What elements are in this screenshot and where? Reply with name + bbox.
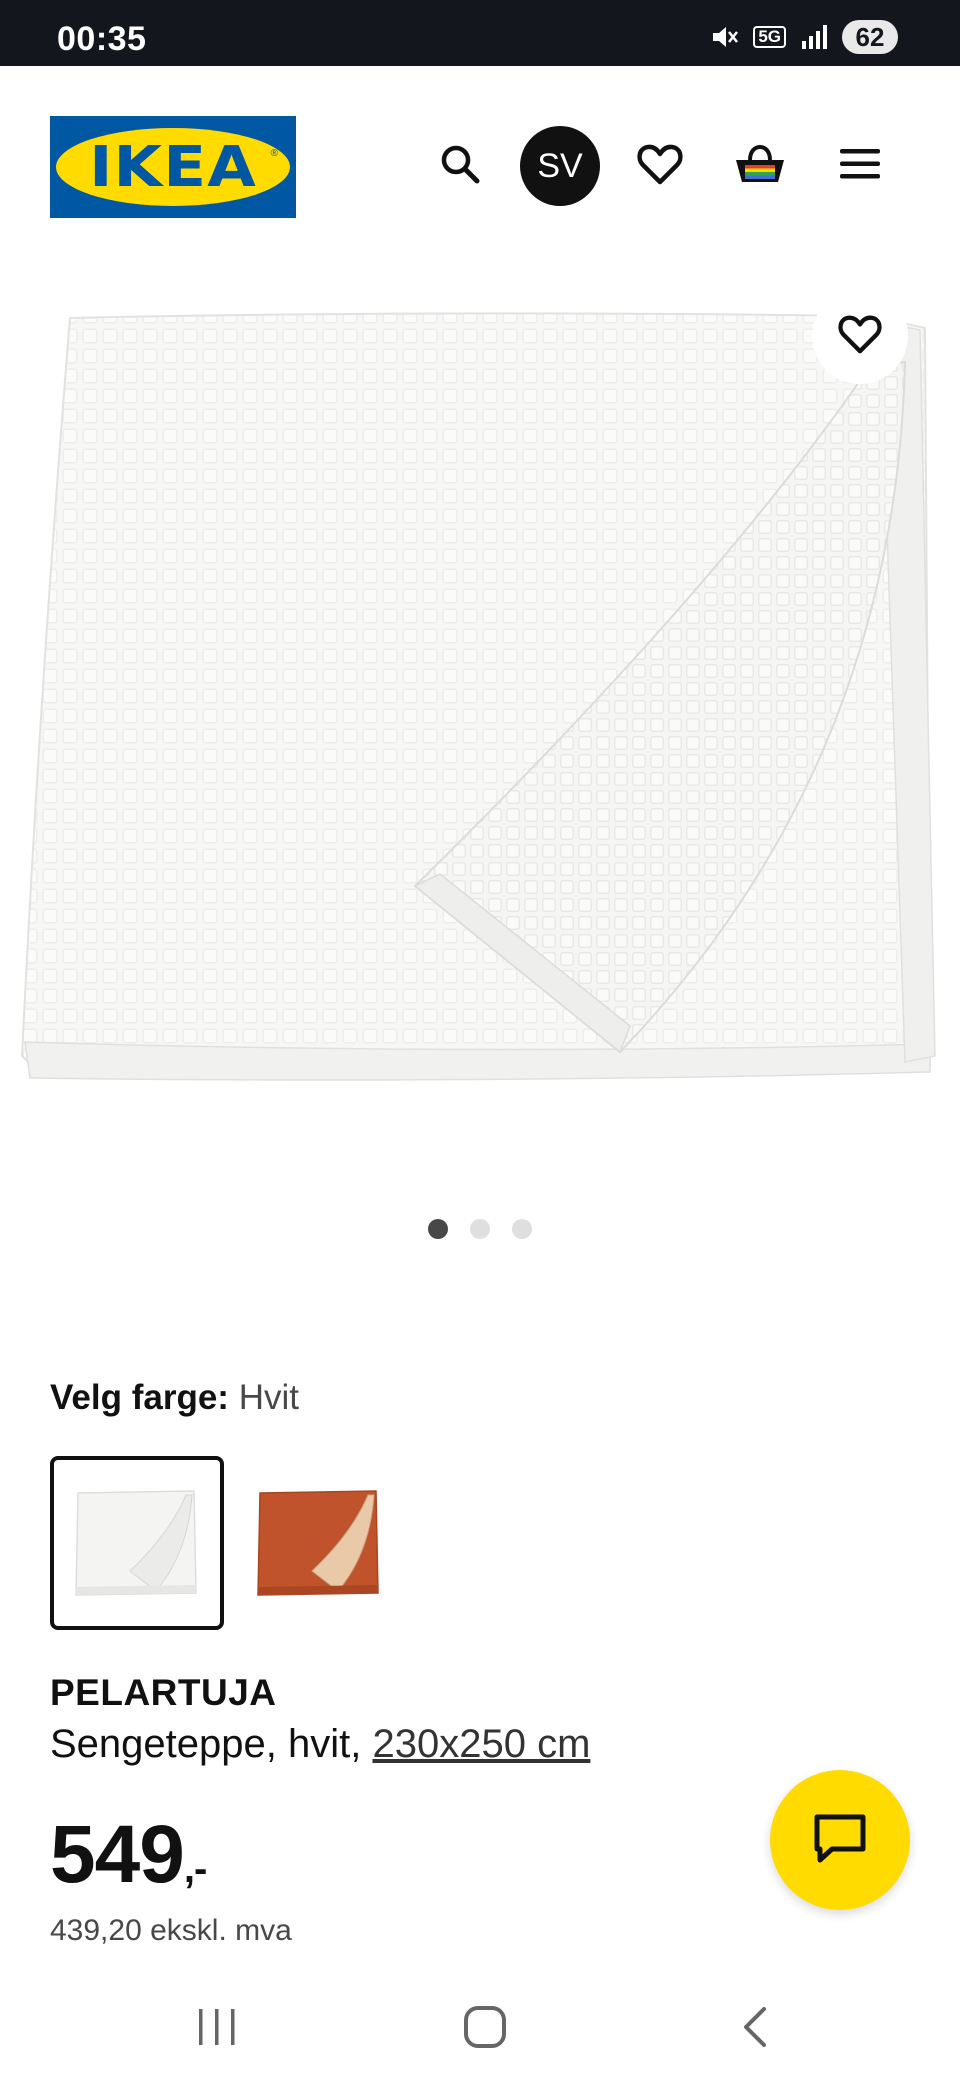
- white-blanket-thumbnail: [75, 1490, 197, 1596]
- network-badge: 5G: [753, 26, 786, 48]
- mute-icon: [709, 22, 739, 52]
- save-to-favourites-button[interactable]: [812, 288, 908, 384]
- back-icon: [738, 2005, 770, 2054]
- heart-icon: [837, 313, 883, 360]
- back-button[interactable]: [714, 1994, 794, 2064]
- menu-button[interactable]: [820, 126, 900, 206]
- color-selected-value: Hvit: [238, 1378, 299, 1417]
- product-image-gallery[interactable]: [0, 266, 960, 1166]
- price-ex-vat: 439,20 ekskl. mva: [50, 1914, 292, 1947]
- system-navigation-bar: [0, 1976, 960, 2080]
- account-avatar[interactable]: SV: [520, 126, 600, 206]
- color-selection-label: Velg farge: Hvit: [50, 1378, 299, 1418]
- carousel-dot[interactable]: [512, 1219, 532, 1239]
- status-icons: 5G 62: [709, 20, 898, 54]
- orange-blanket-thumbnail: [257, 1490, 379, 1596]
- signal-icon: [800, 23, 828, 51]
- color-swatch-white[interactable]: [50, 1456, 224, 1630]
- carousel-indicator: [0, 1219, 960, 1239]
- product-price: 549,-: [50, 1808, 207, 1902]
- search-icon: [437, 141, 483, 192]
- status-time: 00:35: [57, 20, 147, 58]
- color-label-title: Velg farge:: [50, 1378, 229, 1417]
- product-type: Sengeteppe, hvit,: [50, 1722, 362, 1766]
- chat-button[interactable]: [770, 1770, 910, 1910]
- recent-apps-button[interactable]: [177, 1994, 257, 2064]
- color-swatch-orange[interactable]: [232, 1456, 406, 1630]
- product-description: Sengeteppe, hvit, 230x250 cm: [50, 1722, 590, 1767]
- basket-icon: [733, 142, 787, 191]
- recent-apps-icon: [195, 2007, 239, 2052]
- home-icon: [463, 2005, 507, 2054]
- product-name: PELARTUJA: [50, 1672, 277, 1713]
- product-image: [20, 312, 936, 1081]
- chat-icon: [812, 1812, 868, 1869]
- carousel-dot[interactable]: [428, 1219, 448, 1239]
- home-button[interactable]: [445, 1994, 525, 2064]
- status-bar: 00:35 5G 62: [0, 0, 960, 66]
- basket-button[interactable]: [720, 126, 800, 206]
- carousel-dot[interactable]: [470, 1219, 490, 1239]
- favourites-button[interactable]: [620, 126, 700, 206]
- price-suffix: ,-: [183, 1847, 207, 1891]
- site-header: IKEA ® SV: [0, 66, 960, 266]
- battery-indicator: 62: [842, 20, 898, 54]
- heart-icon: [636, 142, 684, 191]
- ikea-logo[interactable]: IKEA ®: [50, 116, 296, 218]
- price-main: 549: [50, 1809, 185, 1900]
- menu-icon: [838, 146, 882, 187]
- logo-registered-mark: ®: [270, 148, 278, 159]
- logo-wordmark: IKEA: [89, 134, 257, 200]
- product-size-link[interactable]: 230x250 cm: [372, 1722, 590, 1766]
- search-button[interactable]: [420, 126, 500, 206]
